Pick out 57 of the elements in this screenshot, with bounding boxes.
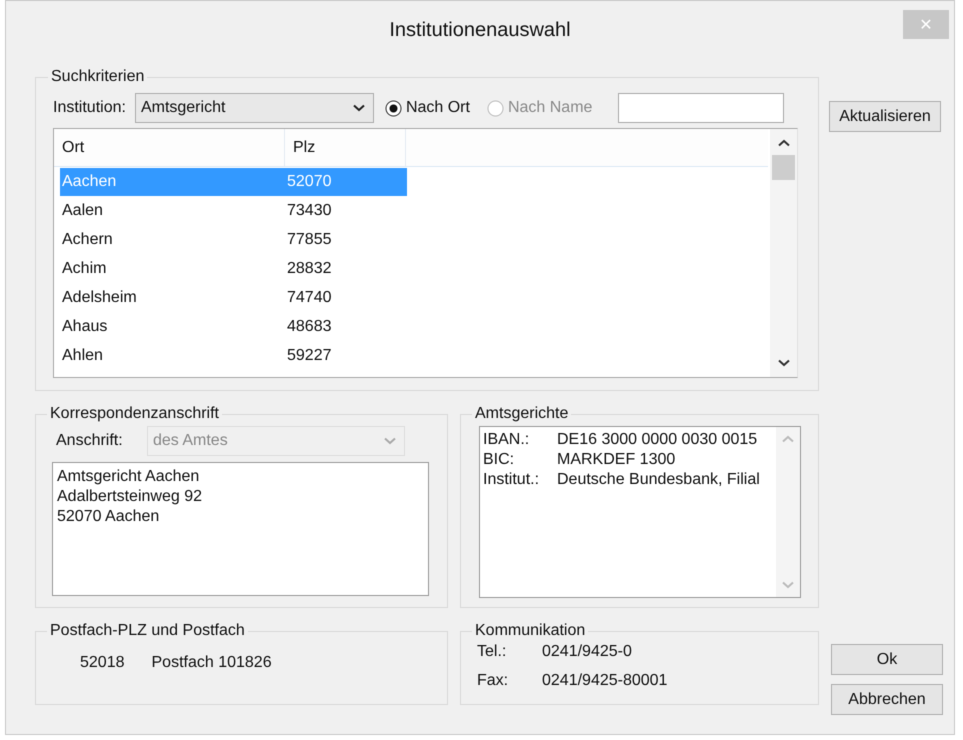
- address-line: Amtsgericht Aachen: [57, 467, 200, 487]
- postbox-number: Postfach 101826: [152, 654, 272, 672]
- institution-label: Institution:: [53, 99, 126, 117]
- table-cell-text: 73430: [286, 202, 332, 220]
- bank-label: BIC:: [483, 450, 516, 470]
- table-cell-text: Ahaus: [61, 318, 108, 336]
- ok-button[interactable]: Ok: [831, 644, 943, 675]
- contact-label: Tel.:: [477, 642, 508, 660]
- scroll-down-icon[interactable]: [778, 359, 790, 367]
- table-cell-text: 59227: [286, 346, 332, 364]
- list-row[interactable]: Ahlen 59227: [60, 342, 407, 370]
- list-row[interactable]: Achern 77855: [60, 226, 407, 254]
- contact-value: 0241/9425-80001: [542, 672, 668, 690]
- table-cell-text: Achim: [61, 260, 108, 278]
- radio-icon[interactable]: [384, 100, 402, 116]
- list-row[interactable]: Achim 28832: [60, 254, 407, 282]
- table-cell-text: Aalen: [61, 202, 104, 220]
- table-cell-text: Adelsheim: [61, 288, 138, 306]
- table-cell-text: 48683: [286, 318, 332, 336]
- address-line: 52070 Aachen: [57, 507, 160, 527]
- group-title: Suchkriterien: [50, 68, 146, 86]
- radio-option[interactable]: Nach Ort: [384, 99, 470, 117]
- cancel-button[interactable]: Abbrechen: [831, 684, 943, 715]
- scroll-thumb[interactable]: [772, 155, 795, 180]
- contact-value: 0241/9425-0: [542, 642, 632, 660]
- list-row[interactable]: Adelsheim 74740: [60, 284, 407, 312]
- group-title: Kommunikation: [474, 622, 586, 640]
- postbox-zip: 52018: [80, 654, 124, 672]
- window-title: Institutionenauswahl: [389, 19, 571, 42]
- address-line: Adalbertsteinweg 92: [57, 487, 203, 507]
- scroll-up-icon[interactable]: [778, 139, 790, 147]
- chevron-down-icon: [352, 104, 365, 112]
- bank-value: MARKDEF 1300: [557, 451, 676, 468]
- refresh-button[interactable]: Aktualisieren: [829, 101, 941, 132]
- table-cell-text: Aachen: [61, 172, 118, 190]
- search-field[interactable]: [618, 93, 784, 123]
- bank-value: DE16 3000 0000 0030 0015: [557, 431, 758, 448]
- bank-label: Institut.:: [483, 470, 540, 490]
- list-row[interactable]: Ahaus 48683: [60, 312, 407, 340]
- group-title: Postfach-PLZ und Postfach: [49, 622, 246, 640]
- chevron-down-icon: [384, 437, 396, 445]
- institution-dropdown[interactable]: Amtsgericht: [134, 93, 374, 123]
- list-row[interactable]: Aalen 73430: [60, 196, 407, 224]
- table-cell-text: Ahlen: [61, 346, 104, 364]
- bank-label: IBAN.:: [483, 430, 530, 450]
- address-label: Anschrift:: [56, 432, 124, 450]
- contact-label: Fax:: [477, 672, 510, 690]
- scrollbar[interactable]: [770, 129, 797, 377]
- table-cell-text: 74740: [286, 288, 332, 306]
- address-box[interactable]: Amtsgericht Aachen Adalbertsteinweg 92 52070 Aachen: [52, 462, 429, 596]
- group-title: Korrespondenzanschrift: [49, 405, 220, 423]
- table-cell-text: 77855: [286, 230, 332, 248]
- table-cell-text: 52070: [286, 172, 332, 190]
- group-title: Amtsgerichte: [474, 405, 570, 423]
- bank-value: Deutsche Bundesbank, Filial: [557, 471, 760, 488]
- table-cell-text: Achern: [61, 230, 114, 248]
- table-cell-text: 28832: [286, 260, 332, 278]
